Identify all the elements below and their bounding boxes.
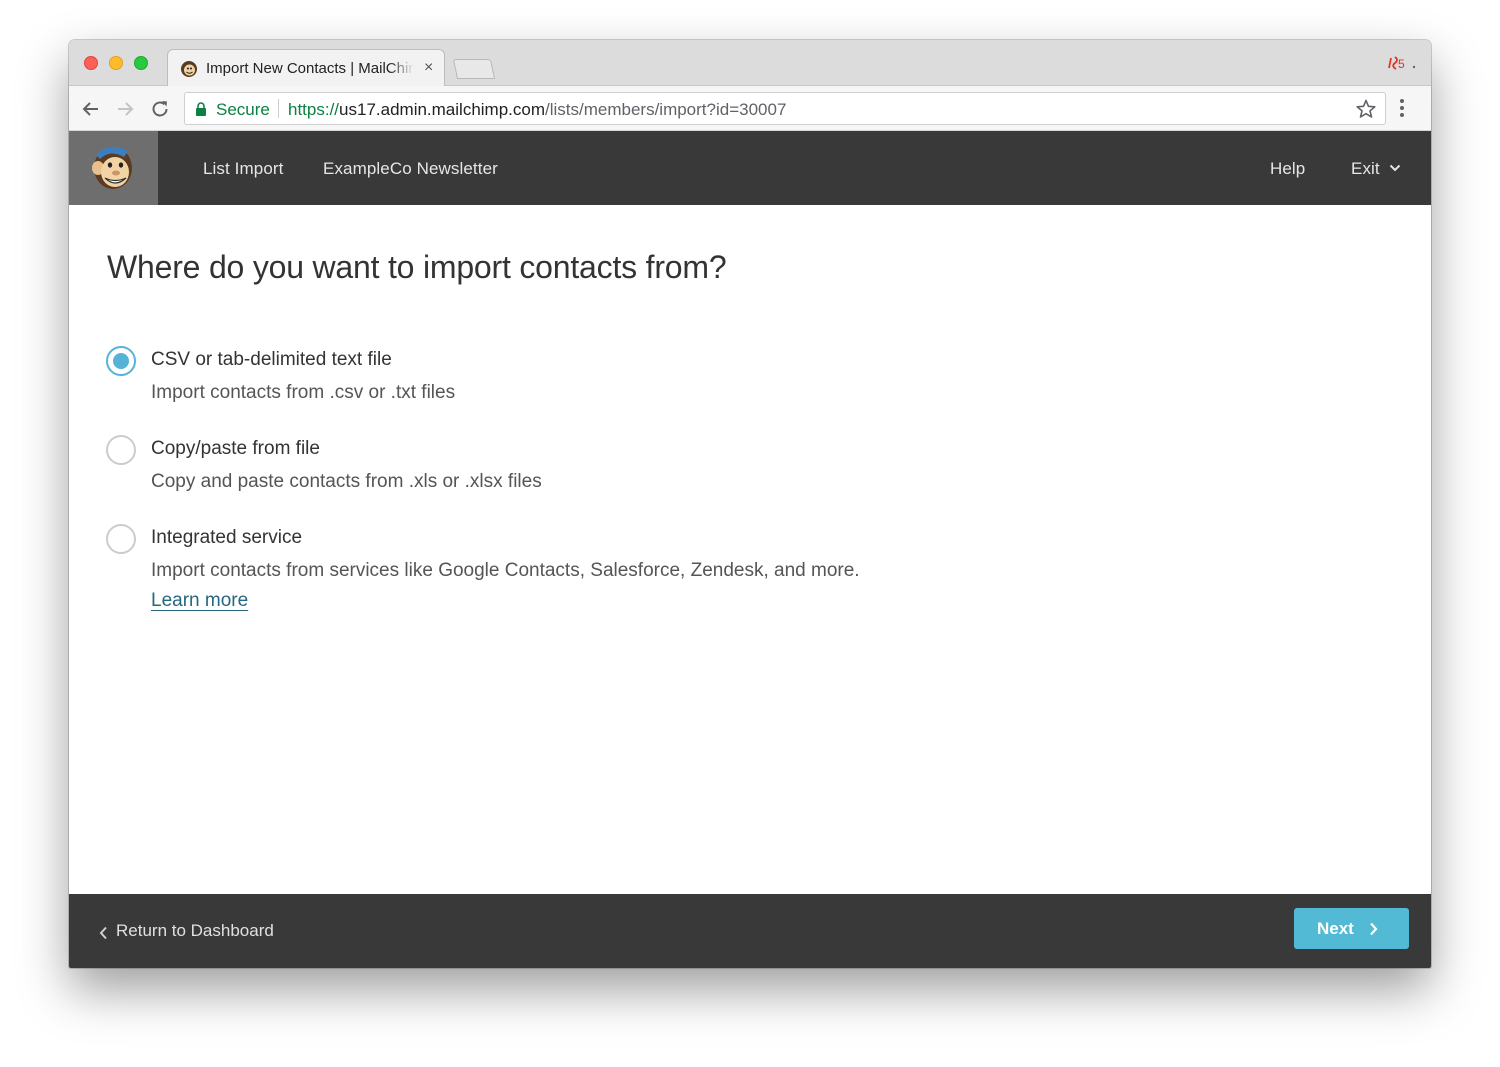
chevron-left-icon (99, 926, 107, 940)
forward-arrow-icon[interactable] (113, 97, 137, 121)
browser-toolbar: Secure https://us17.admin.mailchimp.com/… (69, 86, 1431, 131)
chevron-right-icon (1370, 922, 1378, 936)
main-content: Where do you want to import contacts fro… (69, 205, 1431, 894)
bookmark-star-icon[interactable] (1355, 98, 1377, 120)
extension-icon[interactable]: 5 (1387, 54, 1419, 72)
nav-list-name[interactable]: ExampleCo Newsletter (323, 159, 498, 179)
svg-text:5: 5 (1398, 57, 1405, 71)
mailchimp-logo[interactable] (69, 131, 158, 205)
tab-close-icon[interactable]: × (424, 59, 433, 77)
next-button-label: Next (1317, 919, 1354, 938)
browser-window: Import New Contacts | MailChimp × 5 Secu… (69, 40, 1431, 968)
app-header: List Import ExampleCo Newsletter Help Ex… (69, 131, 1431, 205)
learn-more-link[interactable]: Learn more (151, 590, 248, 612)
lock-icon (196, 102, 206, 116)
page-title: Where do you want to import contacts fro… (107, 249, 727, 285)
return-to-dashboard-label: Return to Dashboard (116, 921, 274, 940)
radio-csv[interactable] (106, 346, 136, 376)
reload-icon[interactable] (148, 97, 172, 121)
option-description: Copy and paste contacts from .xls or .xl… (151, 471, 542, 492)
url-path: /lists/members/import?id=30007 (545, 100, 787, 119)
url-scheme: https:// (288, 100, 340, 119)
browser-menu-icon[interactable] (1399, 97, 1405, 119)
window-minimize-button[interactable] (109, 56, 123, 70)
wizard-footer: Return to Dashboard Next (69, 894, 1431, 968)
new-tab-button[interactable] (452, 59, 496, 79)
nav-list-import[interactable]: List Import (203, 159, 283, 179)
option-description: Import contacts from services like Googl… (151, 560, 860, 581)
radio-copy-paste[interactable] (106, 435, 136, 465)
window-close-button[interactable] (84, 56, 98, 70)
option-label[interactable]: Copy/paste from file (151, 438, 320, 460)
browser-tab-strip: Import New Contacts | MailChimp × 5 (69, 40, 1431, 87)
back-arrow-icon[interactable] (79, 97, 103, 121)
option-label[interactable]: Integrated service (151, 527, 302, 549)
url-divider (278, 99, 279, 118)
mailchimp-favicon-icon (181, 61, 197, 77)
address-bar[interactable]: Secure https://us17.admin.mailchimp.com/… (184, 92, 1386, 125)
radio-integrated-service[interactable] (106, 524, 136, 554)
option-label[interactable]: CSV or tab-delimited text file (151, 349, 392, 371)
option-description: Import contacts from .csv or .txt files (151, 382, 456, 403)
freddie-monkey-icon (92, 146, 132, 189)
secure-label: Secure (216, 100, 270, 119)
url-text[interactable]: https://us17.admin.mailchimp.com/lists/m… (288, 100, 786, 120)
exit-menu[interactable]: Exit (1351, 159, 1380, 179)
window-maximize-button[interactable] (134, 56, 148, 70)
next-button[interactable]: Next (1294, 908, 1409, 949)
browser-tab-active[interactable]: Import New Contacts | MailChimp × (167, 49, 445, 87)
chevron-down-icon[interactable] (1389, 164, 1401, 172)
help-link[interactable]: Help (1270, 159, 1305, 179)
tab-title: Import New Contacts | MailChimp (206, 60, 414, 77)
url-host: us17.admin.mailchimp.com (339, 100, 545, 119)
